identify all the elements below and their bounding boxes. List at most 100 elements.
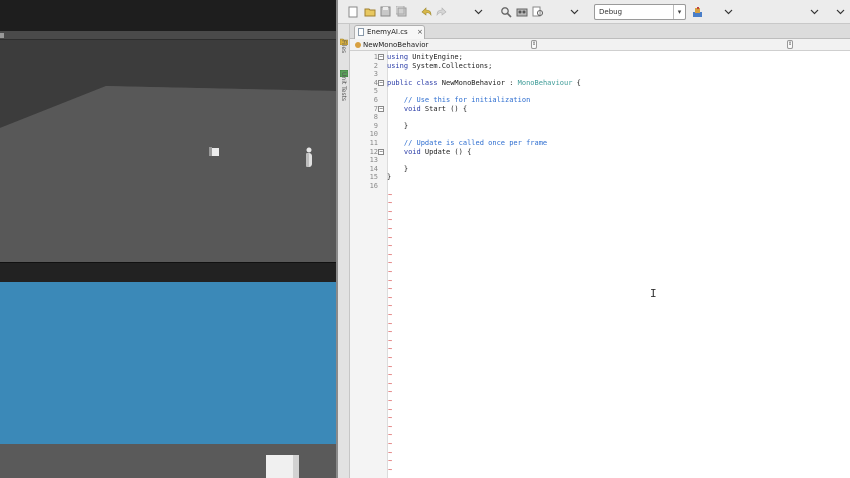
line-number: 15 [369,173,378,182]
scene-view[interactable] [0,40,336,262]
toolbar-overflow-chevron-icon[interactable] [472,5,485,18]
empty-line-marker: ~ [388,311,393,319]
toolbar-end-chevron-icon[interactable] [834,5,847,18]
files-pad-tab[interactable]: Files [340,40,347,53]
line-number: 7 [373,104,378,113]
open-folder-icon[interactable] [363,5,376,18]
scene-geometry [0,40,336,262]
empty-line-marker: ~ [388,225,393,233]
document-tab-bar: EnemyAI.cs × [350,24,850,39]
line-number: 2 [373,61,378,70]
configuration-dropdown-icon[interactable]: ▾ [673,5,685,19]
line-number: 13 [369,156,378,165]
empty-line-marker: ~ [388,293,393,302]
empty-line-marker: ~ [388,448,393,457]
class-selector-label: NewMonoBehavior [363,41,429,49]
empty-line-marker: ~ [388,207,393,216]
save-icon[interactable] [379,5,392,18]
code-type: MonoBehaviour [517,78,573,87]
configuration-value: Debug [599,8,623,16]
header-handle[interactable] [0,33,4,38]
save-all-icon[interactable] [395,5,408,18]
replace-icon[interactable] [531,5,544,18]
search-options-chevron-icon[interactable] [568,5,581,18]
empty-line-marker: ~ [388,440,393,448]
member-selector-updown-icon[interactable]: ⇕ [787,40,793,49]
fold-toggle-icon[interactable]: − [378,148,384,155]
document-tab-label: EnemyAI.cs [367,28,408,36]
game-view[interactable] [0,282,336,444]
line-number: 4 [373,78,378,87]
find-icon[interactable] [499,5,512,18]
empty-line-marker: ~ [388,259,393,268]
line-number: 1 [373,53,378,61]
line-number: 9 [373,121,378,130]
code-editor-window: Debug ▾ Files Unit Tests EnemyAI.cs × Ne… [336,0,850,478]
line-number: 12 [369,147,378,156]
unity-window [0,0,336,478]
empty-line-marker: ~ [388,405,393,414]
class-selector-updown-icon[interactable]: ⇕ [531,40,537,49]
code-line: using UnityEngine; [387,53,463,62]
empty-line-marker: ~ [388,250,393,259]
line-number: 3 [373,70,378,79]
window-options-chevron-icon[interactable] [808,5,821,18]
code-text: Start () { [420,104,468,113]
code-text: { [572,78,581,87]
empty-line-marker: ~ [388,242,393,251]
empty-line-marker: ~ [388,465,393,474]
unit-tests-pad-icon[interactable] [339,62,349,78]
build-icon[interactable] [691,5,704,18]
scene-view-header [0,31,336,40]
find-in-files-icon[interactable] [515,5,528,18]
code-line: using System.Collections; [387,62,492,71]
redo-icon[interactable] [435,5,448,18]
code-line: // Update is called once per frame [387,139,547,148]
code-text: UnityEngine; [408,53,463,61]
code-line: } [387,173,391,182]
unit-tests-pad-tab[interactable]: Unit Tests [340,72,347,101]
undo-icon[interactable] [419,5,432,18]
fold-toggle-icon[interactable]: − [378,79,384,86]
line-number: 14 [369,164,378,173]
code-text: System.Collections; [408,61,493,70]
code-keyword: using [387,53,409,61]
csharp-file-icon [358,28,364,36]
unity-toolbar [0,0,336,31]
line-number: 5 [373,87,378,96]
empty-line-marker: ~ [388,199,393,208]
files-pad-icon[interactable] [339,30,349,46]
empty-line-marker: ~ [388,285,393,294]
new-file-icon[interactable] [347,5,360,18]
empty-line-marker: ~ [388,397,393,405]
document-tab[interactable]: EnemyAI.cs × [354,25,425,39]
empty-line-marker: ~ [388,336,393,345]
line-number-gutter: 1 2 3 4 5 6 7 8 9 10 11 12 13 14 15 16− − − − [350,51,388,478]
code-keyword: void [403,147,421,156]
line-number: 6 [373,96,378,104]
configuration-select[interactable]: Debug ▾ [594,4,686,20]
empty-line-marker: ~ [388,379,393,388]
empty-line-marker: ~ [388,345,393,354]
close-tab-icon[interactable]: × [417,26,423,38]
player-capsule[interactable] [306,147,312,168]
empty-line-marker: ~ [388,268,393,276]
empty-line-marker: ~ [388,319,393,328]
empty-line-marker: ~ [388,216,393,225]
code-keyword: using [387,61,409,70]
class-selector[interactable]: NewMonoBehavior [354,40,524,50]
fold-toggle-icon[interactable]: − [378,54,384,60]
build-options-chevron-icon[interactable] [722,5,735,18]
editor-toolbar: Debug ▾ [338,0,850,24]
empty-line-marker: ~ [388,276,393,285]
game-view-cube [266,455,299,478]
fold-toggle-icon[interactable]: − [378,105,384,112]
code-line: } [387,165,408,174]
empty-line-marker: ~ [388,190,393,199]
code-text-area[interactable]: 1 2 3 4 5 6 7 8 9 10 11 12 13 14 15 16− − − − using UnityE… [350,51,850,478]
code-text: NewMonoBehavior : [437,78,518,87]
code-text: Update () { [420,147,472,156]
text-cursor-icon: I [650,287,657,300]
